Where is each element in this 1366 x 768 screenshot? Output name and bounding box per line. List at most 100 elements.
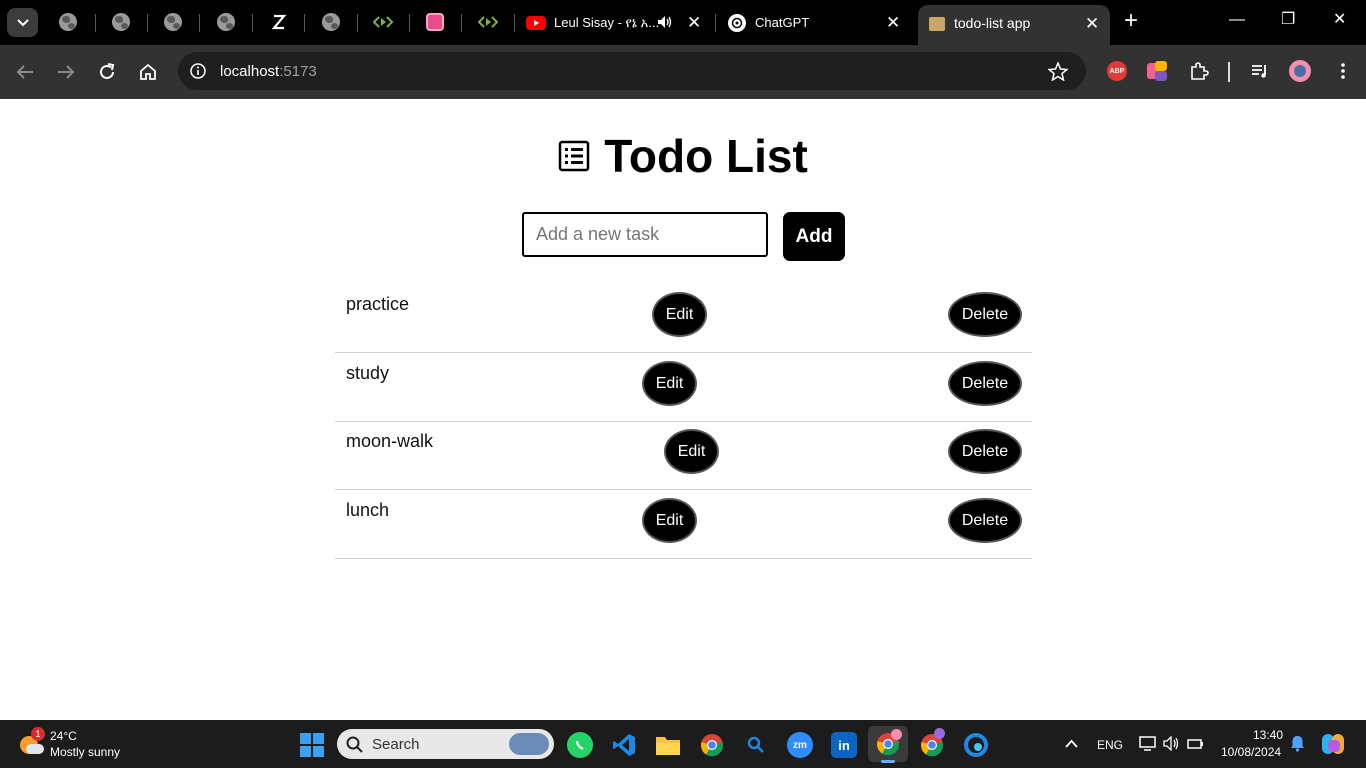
weather-temp: 24°C [50, 729, 77, 743]
minimize-button[interactable]: — [1229, 12, 1245, 28]
search-highlight-icon [509, 733, 549, 755]
tab-title: Leul Sisay - የኔ አ... [554, 14, 660, 30]
delete-button[interactable]: Delete [948, 498, 1022, 543]
close-tab-icon[interactable]: ✕ [687, 14, 701, 31]
reload-button[interactable] [94, 59, 120, 85]
arrow-left-icon [16, 65, 33, 79]
close-tab-icon[interactable]: ✕ [1085, 15, 1099, 32]
tab-youtube[interactable]: Leul Sisay - የኔ አ... [526, 7, 706, 38]
address-bar[interactable]: localhost:5173 [178, 52, 1086, 90]
info-icon[interactable] [190, 63, 206, 79]
network-icon[interactable] [1139, 736, 1156, 751]
globe-icon [322, 13, 340, 31]
tab-title: ChatGPT [755, 15, 810, 30]
pinned-tab-globe-1[interactable] [57, 11, 79, 33]
chrome-profile-g-icon[interactable] [919, 728, 945, 758]
restore-button[interactable]: ❐ [1281, 12, 1295, 28]
clock-time[interactable]: 13:40 [1253, 728, 1283, 742]
todo-app-page: Todo List Add practice Edit Delete study… [0, 99, 1366, 720]
z-logo-icon [271, 14, 287, 30]
page-header: Todo List [0, 129, 1366, 183]
add-task-button[interactable]: Add [783, 212, 845, 261]
notification-badge: 1 [31, 727, 45, 741]
file-explorer-icon[interactable] [655, 732, 681, 758]
clock-date[interactable]: 10/08/2024 [1221, 745, 1281, 759]
taskbar-search[interactable]: Search [337, 729, 554, 759]
todo-item: moon-walk Edit Delete [335, 420, 1032, 490]
bookmark-star-icon[interactable] [1048, 62, 1068, 81]
delete-button[interactable]: Delete [948, 429, 1022, 474]
menu-kebab-icon[interactable] [1333, 61, 1353, 81]
whatsapp-icon[interactable] [567, 732, 593, 758]
language-indicator[interactable]: ENG [1097, 738, 1123, 752]
todo-text: practice [346, 294, 410, 314]
url-text: localhost:5173 [220, 63, 317, 80]
cloud-icon [26, 744, 44, 754]
search-placeholder: Search [372, 736, 420, 753]
new-tab-button[interactable]: + [1124, 9, 1138, 33]
edit-button[interactable]: Edit [642, 498, 697, 543]
edge-icon[interactable] [963, 732, 989, 758]
linkedin-icon[interactable]: in [831, 732, 857, 758]
todo-text: study [346, 363, 390, 383]
youtube-icon [526, 15, 546, 30]
code-icon [373, 16, 393, 28]
arrow-right-icon [58, 65, 75, 79]
delete-button[interactable]: Delete [948, 292, 1022, 337]
tab-search-button[interactable] [7, 8, 38, 37]
app-favicon-icon [929, 17, 945, 31]
chevron-up-icon[interactable] [1065, 739, 1078, 748]
pinned-tab-code-2[interactable] [477, 11, 499, 33]
edit-button[interactable]: Edit [642, 361, 697, 406]
pinned-tab-globe-4[interactable] [215, 11, 237, 33]
home-button[interactable] [135, 59, 161, 85]
magnifier-app-icon[interactable] [743, 732, 769, 758]
chrome-profile-active-icon[interactable] [868, 726, 908, 763]
tab-todo-list-app[interactable]: todo-list app ✕ [918, 5, 1110, 45]
copilot-icon[interactable] [1322, 732, 1346, 756]
chrome-icon[interactable] [699, 732, 725, 758]
vscode-icon[interactable] [611, 732, 637, 758]
pinned-tab-pink[interactable] [424, 11, 446, 33]
chatgpt-icon [728, 13, 746, 32]
new-task-input[interactable] [522, 212, 768, 257]
todo-item: practice Edit Delete [335, 283, 1032, 353]
tab-title: todo-list app [954, 15, 1031, 31]
url-host: localhost [220, 63, 280, 80]
pinned-tab-globe-2[interactable] [110, 11, 132, 33]
search-icon [346, 736, 363, 753]
edit-button[interactable]: Edit [652, 292, 707, 337]
weather-widget[interactable]: 1 [20, 727, 45, 756]
close-window-button[interactable]: ✕ [1333, 12, 1346, 28]
delete-button[interactable]: Delete [948, 361, 1022, 406]
globe-icon [217, 13, 235, 31]
windows-start-icon[interactable] [299, 732, 325, 758]
battery-icon[interactable] [1187, 736, 1204, 751]
extensions-puzzle-icon[interactable] [1189, 61, 1209, 81]
pinned-tab-code-1[interactable] [372, 11, 394, 33]
url-port: :5173 [279, 63, 317, 80]
browser-toolbar: localhost:5173 ABP [0, 45, 1366, 99]
pinned-tab-globe-5[interactable] [320, 11, 342, 33]
reload-icon [100, 63, 115, 79]
todo-text: moon-walk [346, 431, 434, 451]
pinned-tab-globe-3[interactable] [162, 11, 184, 33]
close-tab-icon[interactable]: ✕ [886, 14, 900, 31]
forward-button[interactable] [53, 59, 79, 85]
page-title: Todo List [604, 130, 808, 182]
todo-text: lunch [346, 500, 390, 520]
home-icon [140, 63, 156, 80]
pinned-tab-z[interactable] [268, 11, 290, 33]
tab-chatgpt[interactable]: ChatGPT [728, 7, 898, 38]
colorful-extension-icon[interactable] [1147, 61, 1167, 81]
weather-desc: Mostly sunny [50, 745, 121, 759]
zoom-icon[interactable]: zm [787, 732, 813, 758]
edit-button[interactable]: Edit [664, 429, 719, 474]
back-button[interactable] [12, 59, 38, 85]
volume-icon[interactable] [1163, 736, 1180, 751]
notification-bell-icon[interactable] [1290, 735, 1305, 752]
media-control-icon[interactable] [1250, 61, 1270, 81]
profile-avatar[interactable] [1289, 60, 1311, 82]
code-icon [478, 16, 498, 28]
adblock-extension-icon[interactable]: ABP [1107, 61, 1127, 81]
